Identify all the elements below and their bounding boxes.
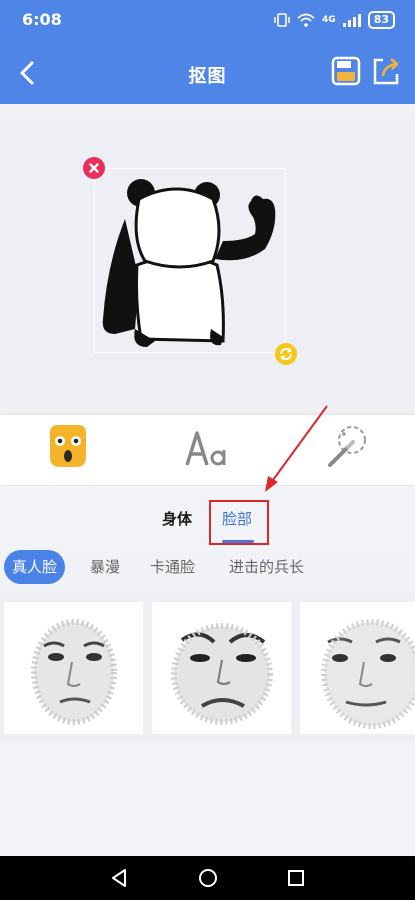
app-header: 6:08 4G 83 抠图 — [0, 0, 415, 104]
text-tool[interactable] — [184, 425, 234, 477]
chip-attack-on-titan[interactable]: 进击的兵长 — [229, 550, 304, 584]
category-tabs: 身体 脸部 — [0, 486, 415, 550]
face-card[interactable] — [4, 602, 143, 734]
face-image-3 — [321, 619, 415, 729]
recents-square-icon — [288, 870, 304, 886]
edit-canvas[interactable] — [0, 118, 415, 408]
chip-real-face[interactable]: 真人脸 — [4, 550, 66, 584]
status-icons: 4G 83 — [274, 11, 395, 29]
close-icon — [89, 163, 99, 173]
panda-body-sticker[interactable] — [95, 169, 285, 351]
annotation-highlight-box — [209, 500, 269, 545]
emoji-face-icon — [50, 425, 86, 467]
delete-sticker-button[interactable] — [83, 157, 105, 179]
nav-back-button[interactable] — [108, 867, 130, 889]
face-grid — [0, 592, 415, 742]
save-icon — [331, 56, 361, 86]
empty-area — [0, 742, 415, 856]
save-button[interactable] — [331, 56, 363, 88]
wifi-icon — [297, 13, 315, 27]
network-type: 4G — [322, 15, 336, 25]
sticker-frame[interactable] — [94, 168, 286, 353]
vibrate-icon — [274, 13, 290, 27]
face-image-1 — [31, 619, 117, 725]
rotate-icon — [280, 347, 292, 361]
status-time: 6:08 — [22, 10, 62, 29]
face-card[interactable] — [152, 602, 291, 734]
home-circle-icon — [199, 869, 217, 887]
signal-icon — [342, 13, 361, 27]
nav-recents-button[interactable] — [285, 867, 307, 889]
text-tool-icon — [185, 431, 226, 466]
annotation-arrow — [265, 405, 328, 492]
chip-cartoon-face[interactable]: 卡通脸 — [150, 550, 195, 584]
chip-baoman[interactable]: 暴漫 — [90, 550, 120, 584]
subcategory-chips: 真人脸 暴漫 卡通脸 进击的兵长 — [0, 550, 415, 590]
system-nav-bar — [0, 856, 415, 900]
rotate-sticker-button[interactable] — [275, 343, 297, 365]
face-card[interactable] — [300, 602, 415, 734]
face-image-2 — [171, 623, 273, 725]
share-button[interactable] — [371, 56, 403, 88]
back-triangle-icon — [112, 869, 126, 887]
emoji-tool[interactable] — [46, 423, 94, 475]
tool-bar — [0, 415, 415, 485]
nav-home-button[interactable] — [197, 867, 219, 889]
tab-body[interactable]: 身体 — [162, 508, 192, 529]
share-icon — [373, 58, 399, 85]
battery-level: 83 — [367, 11, 395, 29]
